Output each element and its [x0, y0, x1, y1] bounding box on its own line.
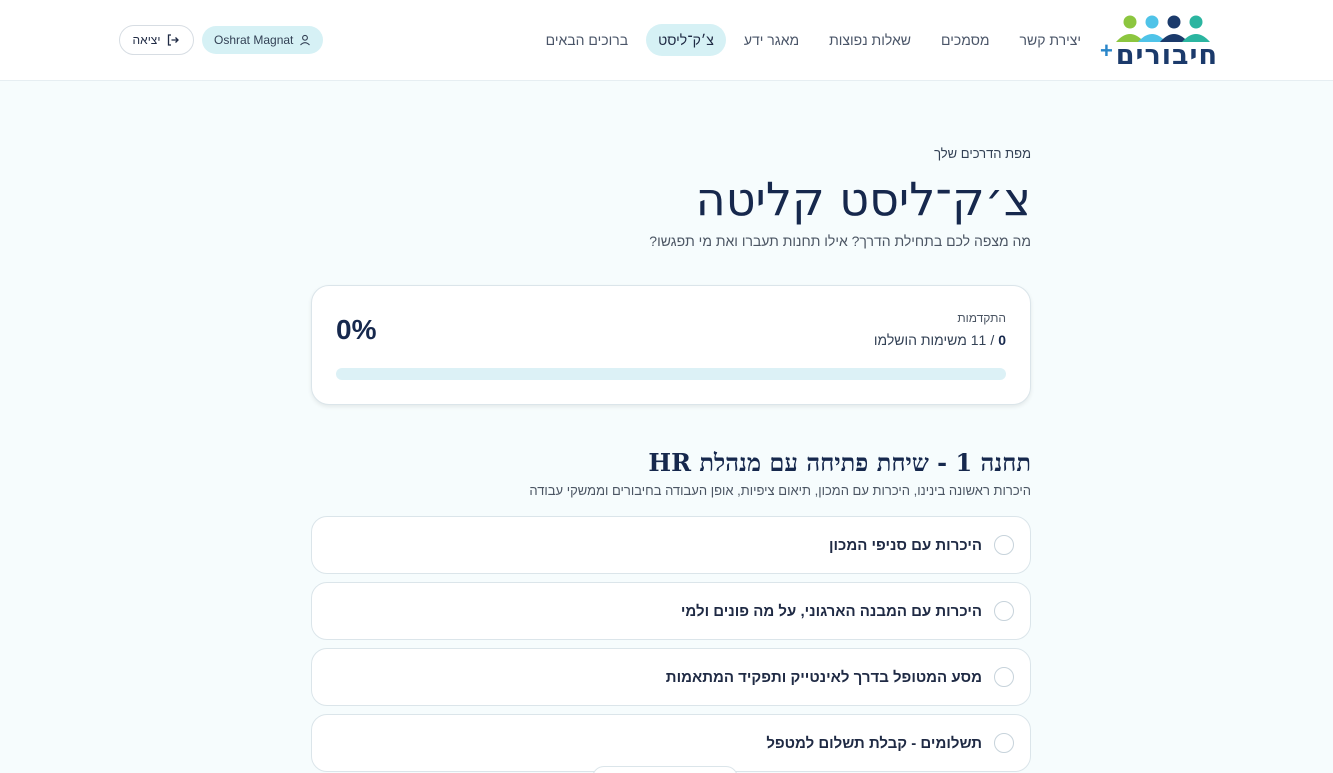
station-title: תחנה 1 - שיחת פתיחה עם מנהלת HR [648, 448, 1031, 477]
task-checkbox[interactable] [994, 601, 1014, 621]
floating-tab-edge[interactable] [592, 766, 738, 773]
task-checkbox[interactable] [994, 733, 1014, 753]
task-label: תשלומים - קבלת תשלום למטפל [766, 734, 982, 752]
progress-card: התקדמות 0 / 11 משימות הושלמו 0% [311, 285, 1031, 405]
logout-button[interactable]: יציאה [119, 25, 194, 55]
progress-label: התקדמות [957, 311, 1006, 325]
logo[interactable]: + חיבורים [1100, 14, 1218, 71]
main-content: מפת הדרכים שלך צ׳ק־ליסט קליטה מה מצפה לכ… [311, 146, 1031, 773]
progress-completed: 0 [998, 332, 1006, 348]
task-item[interactable]: היכרות עם המבנה הארגוני, על מה פונים ולמ… [311, 582, 1031, 640]
task-item[interactable]: תשלומים - קבלת תשלום למטפל [311, 714, 1031, 772]
task-item[interactable]: מסע המטופל בדרך לאינטייק ותפקיד המתאמות [311, 648, 1031, 706]
progress-percent: 0% [336, 314, 377, 345]
progress-total-text: 11 משימות הושלמו [873, 332, 987, 348]
logout-icon [168, 34, 180, 46]
progress-count: 0 / 11 משימות הושלמו [874, 332, 1006, 348]
logo-text: חיבורים [1115, 40, 1218, 71]
user-icon [300, 34, 311, 46]
task-list: היכרות עם סניפי המכון היכרות עם המבנה הא… [311, 516, 1031, 772]
user-profile-pill[interactable]: Oshrat Magnat [202, 26, 324, 54]
page-eyebrow: מפת הדרכים שלך [934, 146, 1031, 161]
top-bar: + חיבורים ברוכים הבאים צ׳ק־ליסט מאגר ידע… [0, 0, 1333, 81]
task-label: היכרות עם המבנה הארגוני, על מה פונים ולמ… [680, 602, 982, 620]
page-title: צ׳ק־ליסט קליטה [695, 172, 1031, 226]
progress-separator: / [990, 332, 995, 348]
nav-item-faq[interactable]: שאלות נפוצות [817, 24, 923, 56]
task-label: היכרות עם סניפי המכון [828, 536, 982, 554]
nav-item-documents[interactable]: מסמכים [929, 24, 1001, 56]
page-subtitle: מה מצפה לכם בתחילת הדרך? אילו תחנות תעבר… [649, 233, 1031, 249]
task-label: מסע המטופל בדרך לאינטייק ותפקיד המתאמות [665, 668, 982, 686]
main-nav: ברוכים הבאים צ׳ק־ליסט מאגר ידע שאלות נפו… [534, 24, 1093, 56]
nav-item-contact[interactable]: יצירת קשר [1008, 24, 1093, 56]
station-description: היכרות ראשונה בינינו, היכרות עם המכון, ת… [529, 483, 1031, 498]
task-item[interactable]: היכרות עם סניפי המכון [311, 516, 1031, 574]
progress-bar [336, 368, 1006, 380]
nav-item-welcome[interactable]: ברוכים הבאים [534, 24, 640, 56]
nav-item-checklist[interactable]: צ׳ק־ליסט [646, 24, 726, 56]
nav-item-knowledge-base[interactable]: מאגר ידע [732, 24, 811, 56]
logout-label: יציאה [132, 33, 161, 47]
user-name: Oshrat Magnat [214, 33, 294, 47]
task-checkbox[interactable] [994, 535, 1014, 555]
task-checkbox[interactable] [994, 667, 1014, 687]
